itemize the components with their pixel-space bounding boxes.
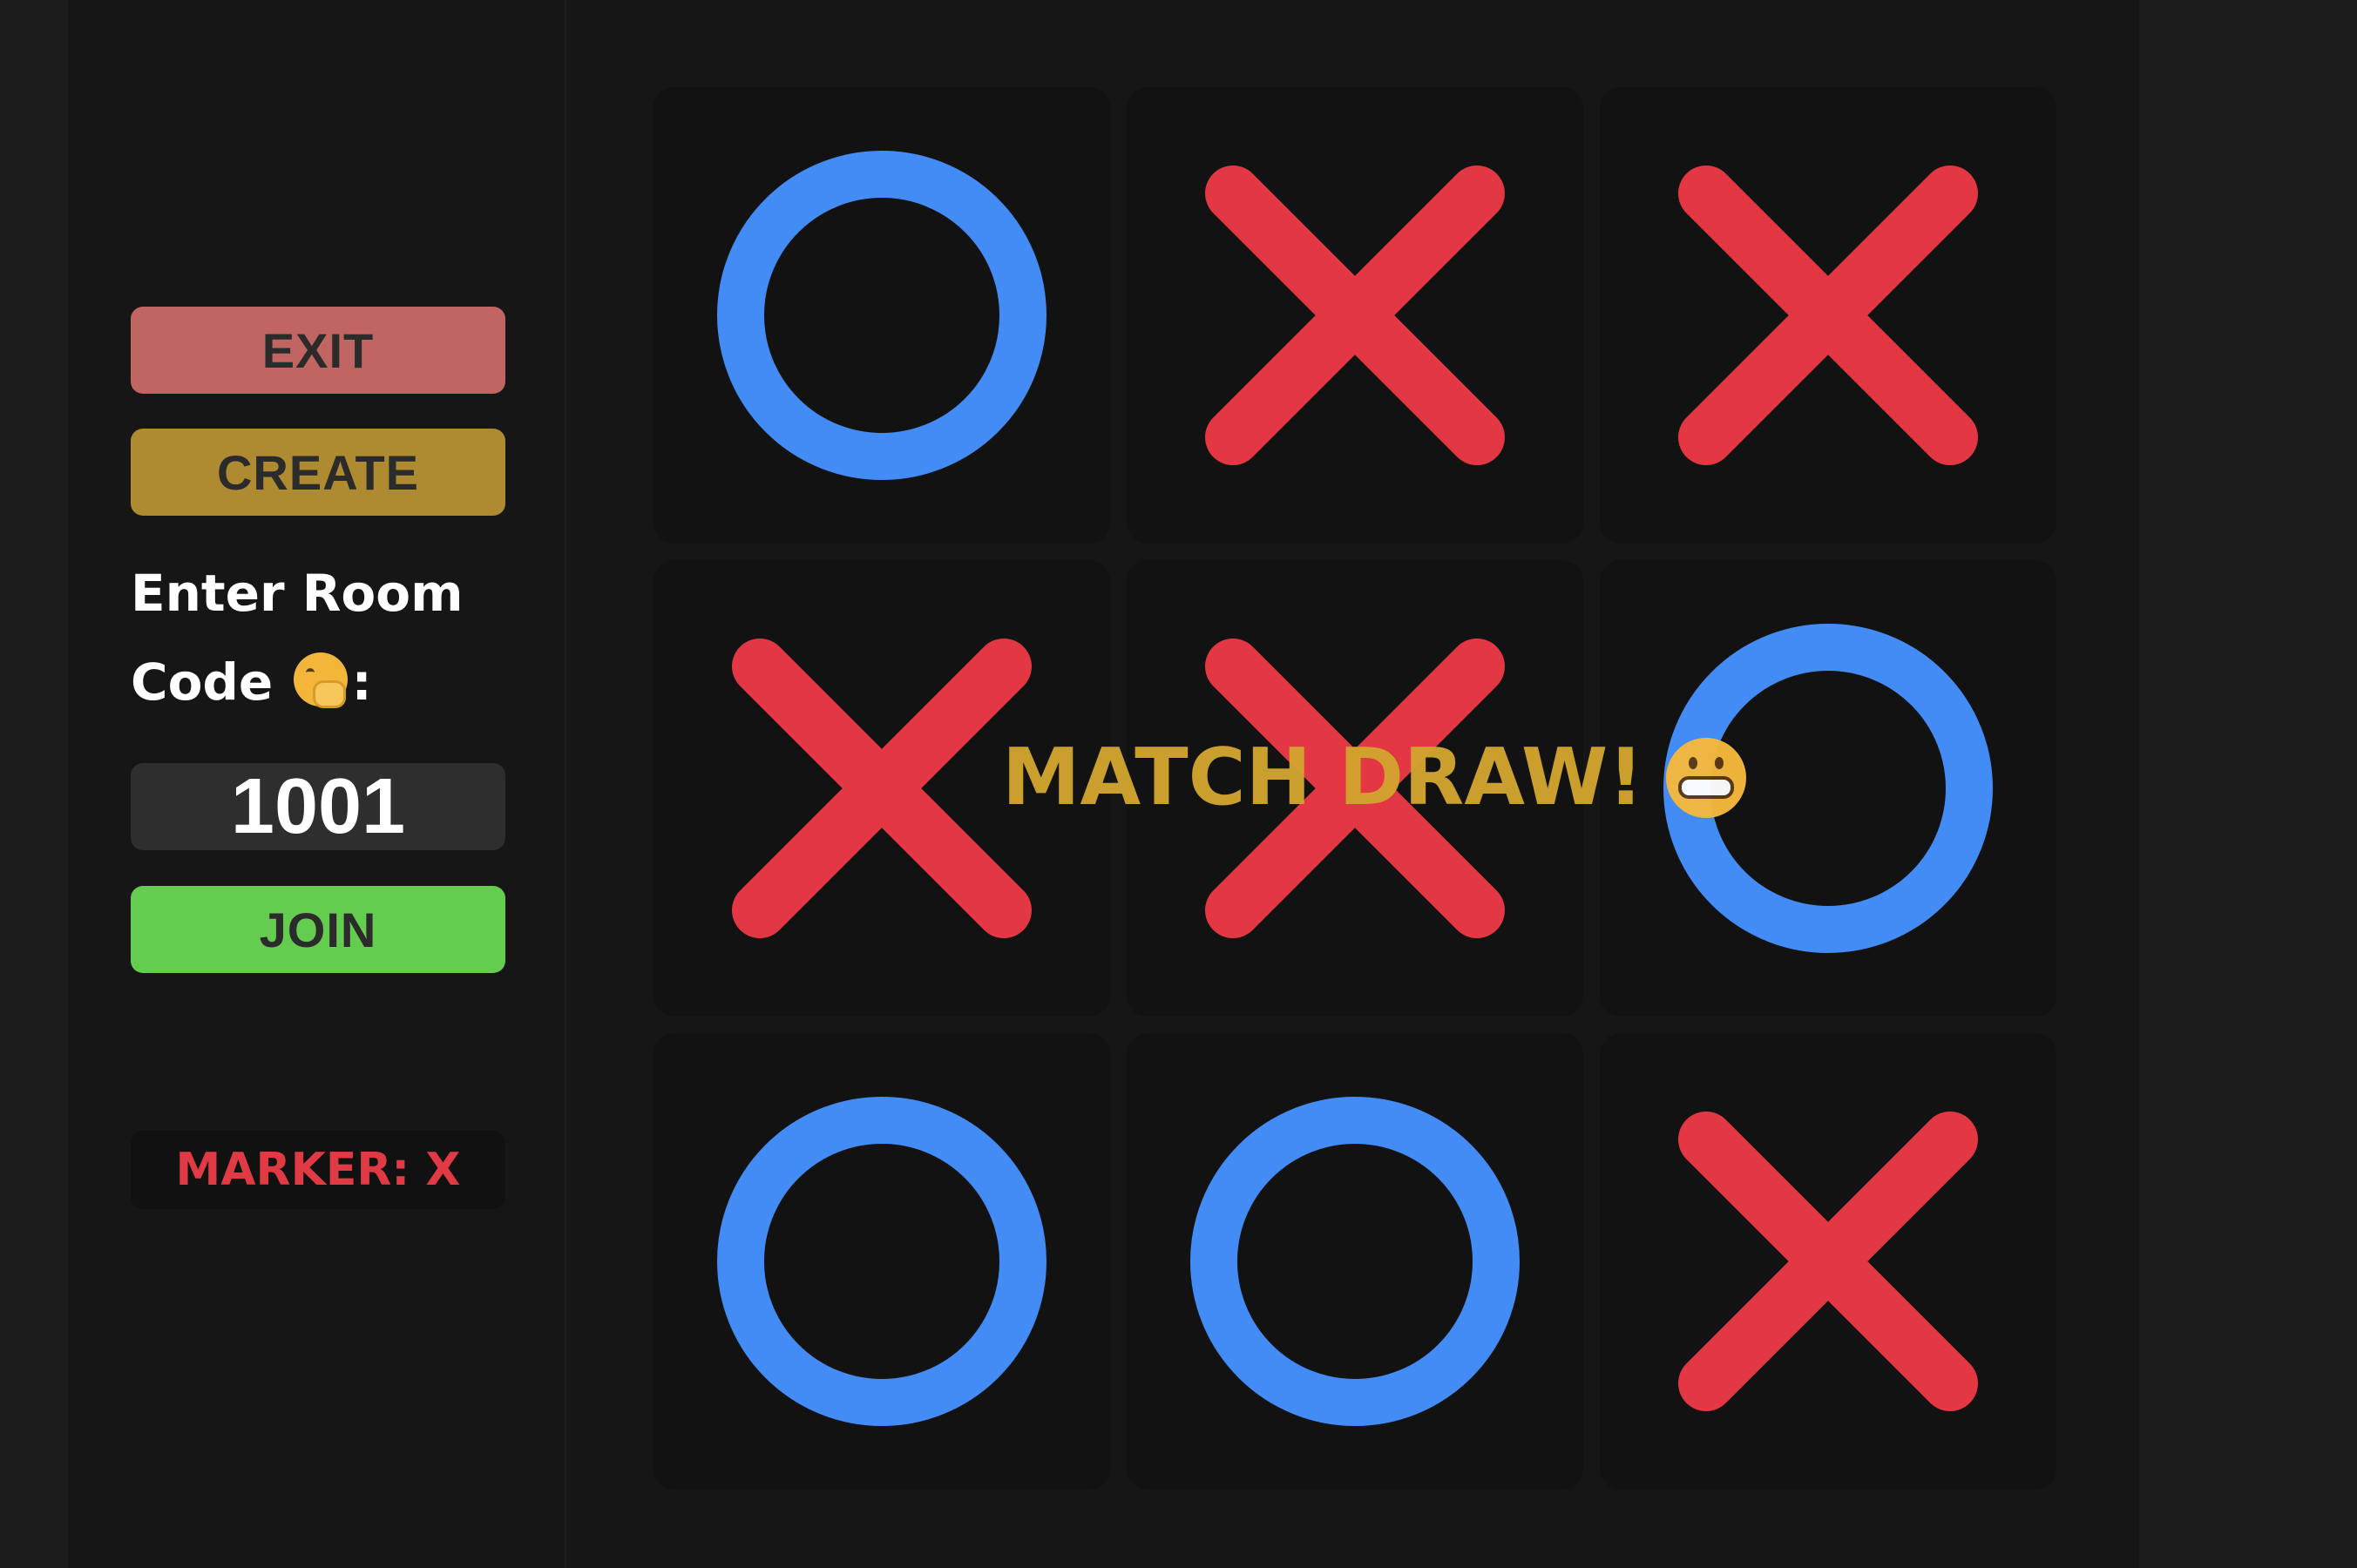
exit-button[interactable]: EXIT xyxy=(131,307,505,394)
create-button[interactable]: CREATE xyxy=(131,429,505,516)
grimacing-face-icon xyxy=(1666,737,1747,818)
board-cell-3-1[interactable] xyxy=(654,1033,1110,1490)
x-mark-icon xyxy=(1678,166,1978,465)
x-mark-icon xyxy=(1678,1112,1978,1411)
board-cell-1-3[interactable] xyxy=(1600,87,2056,544)
page: EXIT CREATE Enter Room Code : JOIN MARKE… xyxy=(0,0,2357,1568)
result-banner: MATCH DRAW! xyxy=(1002,732,1747,823)
result-message: MATCH DRAW! xyxy=(1002,732,1644,823)
join-button[interactable]: JOIN xyxy=(131,886,505,973)
room-code-label: Enter Room Code : xyxy=(131,549,540,727)
o-mark-icon xyxy=(1190,1097,1520,1426)
o-mark-icon xyxy=(717,1097,1046,1426)
board-cell-1-1[interactable] xyxy=(654,87,1110,544)
board-cell-3-2[interactable] xyxy=(1127,1033,1583,1490)
o-mark-icon xyxy=(717,151,1046,480)
x-mark-icon xyxy=(1205,166,1505,465)
hand-over-mouth-icon xyxy=(294,652,349,708)
room-code-input[interactable] xyxy=(131,763,505,850)
marker-indicator: MARKER: X xyxy=(131,1131,505,1209)
board-cell-1-2[interactable] xyxy=(1127,87,1583,544)
room-code-label-colon: : xyxy=(351,652,372,712)
board-cell-3-3[interactable] xyxy=(1600,1033,2056,1490)
